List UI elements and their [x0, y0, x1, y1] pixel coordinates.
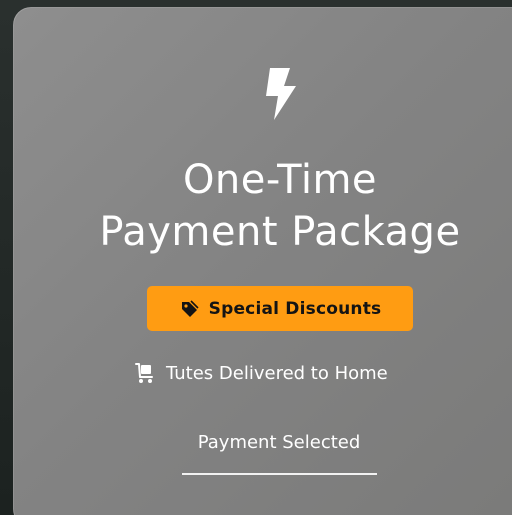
selected-underline: [182, 473, 377, 475]
lightning-bolt-icon: [266, 68, 296, 120]
special-discounts-badge: Special Discounts: [147, 286, 413, 331]
tag-icon: [181, 299, 199, 317]
package-title-line1: One-Time: [182, 157, 378, 203]
payment-selected-label[interactable]: Payment Selected: [174, 432, 384, 453]
feature-label: Tutes Delivered to Home: [166, 362, 388, 384]
badge-label: Special Discounts: [208, 298, 382, 319]
delivery-cart-icon: [135, 363, 153, 383]
package-title-line2: Payment Package: [99, 209, 461, 255]
payment-package-card[interactable]: One-Time Payment Package Special Discoun…: [13, 7, 512, 515]
feature-item-delivery: Tutes Delivered to Home: [132, 359, 388, 387]
screen: One-Time Payment Package Special Discoun…: [0, 0, 512, 515]
